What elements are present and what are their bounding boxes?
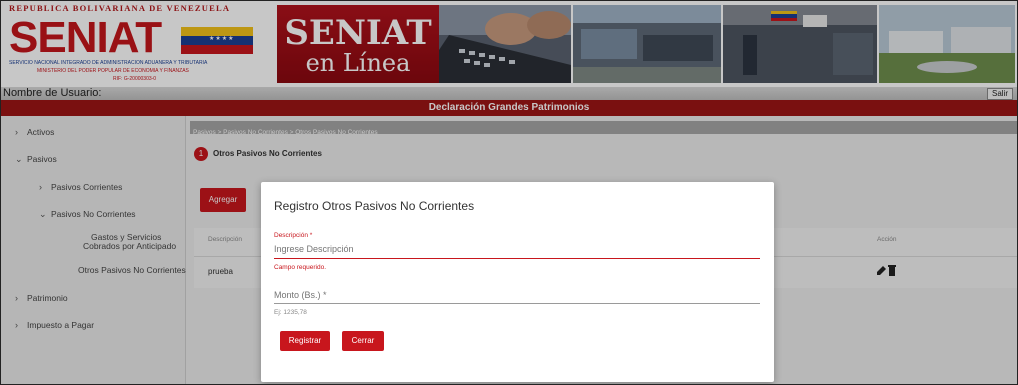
app-frame: REPUBLICA BOLIVARIANA DE VENEZUELA SENIA… [0, 0, 1018, 385]
descripcion-input[interactable] [274, 241, 760, 257]
registrar-button[interactable]: Registrar [280, 331, 330, 351]
descripcion-label: Descripción * [274, 232, 313, 239]
descripcion-error: Campo requerido. [274, 264, 327, 271]
registro-dialog: Registro Otros Pasivos No Corrientes Des… [261, 182, 774, 382]
cerrar-button[interactable]: Cerrar [342, 331, 384, 351]
dialog-title: Registro Otros Pasivos No Corrientes [274, 199, 475, 213]
monto-underline [274, 303, 760, 304]
descripcion-underline [274, 258, 760, 259]
monto-hint: Ej: 1235,78 [274, 309, 307, 316]
monto-input[interactable] [274, 287, 760, 303]
